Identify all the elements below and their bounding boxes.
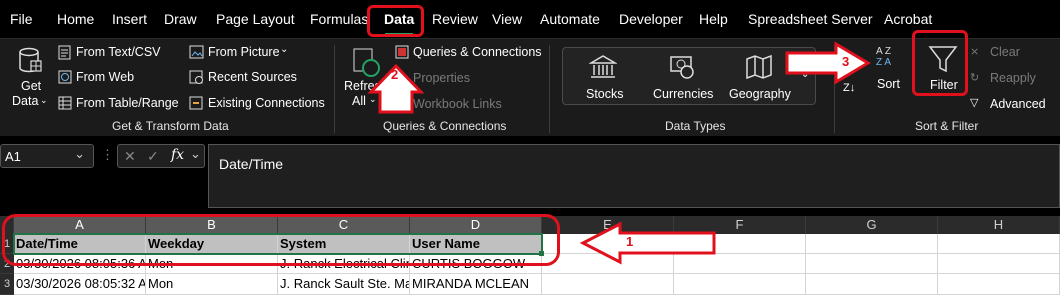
step-1-label: 1 [626,234,634,249]
arrow-right-icon [785,41,871,85]
arrow-left-icon [579,221,716,265]
annotation-arrows [367,41,871,265]
step-2-label: 2 [391,67,399,82]
step-3-label: 3 [842,54,850,69]
